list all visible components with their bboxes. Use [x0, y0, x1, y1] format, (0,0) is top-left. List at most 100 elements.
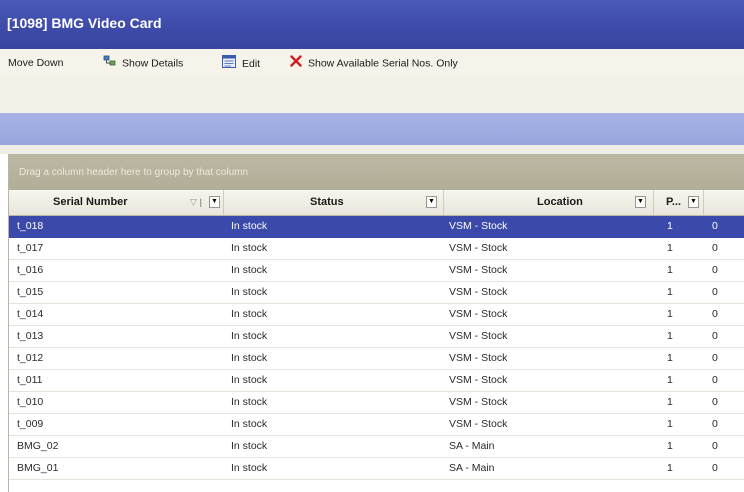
serial-number-cell: BMG_02 [17, 440, 59, 452]
extra-cell: 0 [712, 220, 718, 232]
extra-cell: 0 [712, 330, 718, 342]
status-cell: In stock [231, 330, 268, 342]
table-row[interactable]: t_018 In stock VSM - Stock 1 0 [9, 216, 744, 238]
toolbar: Move Down Show Details Edit Show Availab… [0, 49, 744, 76]
group-by-panel[interactable]: Drag a column header here to group by th… [9, 155, 744, 190]
p-cell: 1 [667, 374, 673, 386]
table-row[interactable]: BMG_01 In stock SA - Main 1 0 [9, 458, 744, 480]
serial-number-cell: t_013 [17, 330, 44, 342]
location-cell: VSM - Stock [449, 330, 508, 342]
options-panel [0, 75, 744, 113]
column-header-location-label: Location [537, 196, 583, 208]
serial-number-cell: t_018 [17, 220, 44, 232]
p-cell: 1 [667, 418, 673, 430]
filter-dropdown-icon[interactable]: ▼ [209, 196, 220, 208]
column-header-status-label: Status [310, 196, 344, 208]
extra-cell: 0 [712, 242, 718, 254]
extra-cell: 0 [712, 396, 718, 408]
table-row[interactable]: t_012 In stock VSM - Stock 1 0 [9, 348, 744, 370]
column-header-serial-label: Serial Number [53, 196, 128, 208]
location-cell: VSM - Stock [449, 396, 508, 408]
extra-cell: 0 [712, 264, 718, 276]
serial-number-cell: t_016 [17, 264, 44, 276]
status-cell: In stock [231, 352, 268, 364]
location-cell: SA - Main [449, 462, 495, 474]
edit-button[interactable]: Edit [222, 55, 260, 71]
serial-number-cell: t_009 [17, 418, 44, 430]
move-down-button[interactable]: Move Down [8, 55, 63, 71]
table-row[interactable]: t_014 In stock VSM - Stock 1 0 [9, 304, 744, 326]
move-down-label: Move Down [8, 57, 64, 69]
grid-top-margin [0, 145, 744, 154]
edit-label: Edit [242, 57, 261, 70]
location-cell: VSM - Stock [449, 374, 508, 386]
p-cell: 1 [667, 440, 673, 452]
extra-cell: 0 [712, 462, 718, 474]
serial-number-cell: t_014 [17, 308, 44, 320]
column-header-serial-number[interactable]: Serial Number ▽ | ▼ [9, 190, 224, 215]
table-row[interactable]: t_013 In stock VSM - Stock 1 0 [9, 326, 744, 348]
extra-cell: 0 [712, 418, 718, 430]
p-cell: 1 [667, 352, 673, 364]
p-cell: 1 [667, 396, 673, 408]
status-cell: In stock [231, 264, 268, 276]
p-cell: 1 [667, 330, 673, 342]
red-x-icon [290, 55, 302, 72]
filter-dropdown-icon[interactable]: ▼ [688, 196, 699, 208]
status-cell: In stock [231, 220, 268, 232]
location-cell: VSM - Stock [449, 352, 508, 364]
serial-number-cell: t_015 [17, 286, 44, 298]
status-cell: In stock [231, 418, 268, 430]
column-header-p[interactable]: P... ▼ [654, 190, 704, 215]
serial-number-cell: BMG_01 [17, 462, 59, 474]
column-header-status[interactable]: Status ▼ [224, 190, 444, 215]
show-details-button[interactable]: Show Details [103, 55, 183, 71]
grid-header-row: Serial Number ▽ | ▼ Status ▼ Location ▼ … [9, 190, 744, 216]
extra-cell: 0 [712, 374, 718, 386]
status-cell: In stock [231, 396, 268, 408]
location-cell: VSM - Stock [449, 220, 508, 232]
p-cell: 1 [667, 220, 673, 232]
table-row[interactable]: t_015 In stock VSM - Stock 1 0 [9, 282, 744, 304]
extra-cell: 0 [712, 286, 718, 298]
show-available-serials-button[interactable]: Show Available Serial Nos. Only [290, 55, 458, 71]
status-cell: In stock [231, 308, 268, 320]
table-row[interactable]: t_011 In stock VSM - Stock 1 0 [9, 370, 744, 392]
serial-number-cell: t_011 [17, 374, 43, 386]
sort-indicator-icon: ▽ | [190, 197, 202, 207]
location-cell: VSM - Stock [449, 242, 508, 254]
filter-dropdown-icon[interactable]: ▼ [635, 196, 646, 208]
column-header-location[interactable]: Location ▼ [444, 190, 654, 215]
edit-icon [222, 55, 236, 73]
p-cell: 1 [667, 242, 673, 254]
window-title-bar: [1098] BMG Video Card [0, 0, 744, 49]
status-cell: In stock [231, 462, 268, 474]
column-header-p-label: P... [666, 196, 682, 208]
group-by-hint: Drag a column header here to group by th… [19, 167, 249, 178]
table-row[interactable]: t_009 In stock VSM - Stock 1 0 [9, 414, 744, 436]
details-icon [103, 55, 116, 72]
extra-cell: 0 [712, 352, 718, 364]
show-available-label: Show Available Serial Nos. Only [308, 57, 458, 70]
status-cell: In stock [231, 440, 268, 452]
serial-number-grid: Drag a column header here to group by th… [8, 154, 744, 492]
status-cell: In stock [231, 374, 268, 386]
p-cell: 1 [667, 308, 673, 320]
p-cell: 1 [667, 264, 673, 276]
filter-dropdown-icon[interactable]: ▼ [426, 196, 437, 208]
serial-number-cell: t_010 [17, 396, 44, 408]
status-cell: In stock [231, 286, 268, 298]
table-row[interactable]: t_010 In stock VSM - Stock 1 0 [9, 392, 744, 414]
serial-number-cell: t_017 [17, 242, 44, 254]
table-row[interactable]: BMG_02 In stock SA - Main 1 0 [9, 436, 744, 458]
p-cell: 1 [667, 286, 673, 298]
show-details-label: Show Details [122, 57, 184, 70]
serial-number-cell: t_012 [17, 352, 44, 364]
location-cell: VSM - Stock [449, 264, 508, 276]
table-row[interactable]: t_017 In stock VSM - Stock 1 0 [9, 238, 744, 260]
column-header-extra[interactable] [704, 190, 744, 215]
extra-cell: 0 [712, 308, 718, 320]
location-cell: SA - Main [449, 440, 495, 452]
location-cell: VSM - Stock [449, 418, 508, 430]
table-row[interactable]: t_016 In stock VSM - Stock 1 0 [9, 260, 744, 282]
